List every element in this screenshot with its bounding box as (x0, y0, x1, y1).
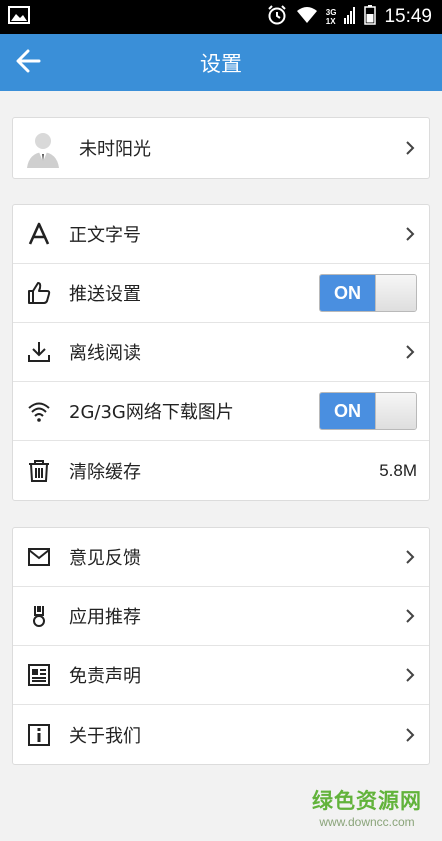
signal-bars-icon (344, 6, 356, 29)
disclaimer-label: 免责声明 (69, 666, 141, 687)
info-icon (25, 721, 53, 749)
toggle-knob (375, 275, 416, 311)
letter-a-icon (25, 220, 53, 248)
font-size-label: 正文字号 (69, 225, 141, 246)
clear-cache-row[interactable]: 清除缓存 5.8M (13, 441, 429, 500)
app-recommend-row[interactable]: 应用推荐 (13, 587, 429, 646)
app-bar: 设置 (0, 34, 442, 91)
watermark-brand: 绿色资源网 (312, 789, 422, 813)
thumbs-up-icon (25, 279, 53, 307)
offline-reading-row[interactable]: 离线阅读 (13, 323, 429, 382)
toggle-knob (375, 393, 416, 429)
push-settings-label: 推送设置 (69, 284, 141, 305)
trash-icon (25, 457, 53, 485)
network-images-toggle-state: ON (320, 393, 375, 429)
page-title: 设置 (200, 51, 242, 76)
avatar (25, 128, 61, 168)
clock: 15:49 (384, 6, 432, 27)
battery-icon (364, 4, 377, 30)
settings-group: 正文字号 推送设置 ON 离线阅读 2G/3G网络下载图片 ON 清除缓存 5.… (12, 204, 430, 501)
feedback-label: 意见反馈 (69, 548, 141, 569)
app-recommend-label: 应用推荐 (69, 607, 141, 628)
push-toggle[interactable]: ON (319, 274, 417, 312)
watermark: 绿色资源网 www.downcc.com (312, 785, 422, 829)
about-label: 关于我们 (69, 725, 141, 747)
font-size-row[interactable]: 正文字号 (13, 205, 429, 264)
network-3g-label: 3G (325, 8, 337, 17)
network-images-label: 2G/3G网络下载图片 (69, 402, 234, 423)
push-toggle-state: ON (320, 275, 375, 311)
download-icon (25, 338, 53, 366)
mail-icon (25, 543, 53, 571)
chevron-right-icon (403, 668, 417, 682)
chevron-right-icon (403, 727, 417, 742)
status-bar: 3G 1X 15:49 (0, 0, 442, 34)
watermark-url: www.downcc.com (319, 815, 415, 829)
push-settings-row: 推送设置 ON (13, 264, 429, 323)
back-button[interactable] (0, 34, 56, 91)
gallery-notification-icon (8, 6, 30, 28)
chevron-right-icon (403, 609, 417, 623)
profile-group: 未时阳光 (12, 117, 430, 179)
about-row[interactable]: 关于我们 (13, 705, 429, 764)
chevron-right-icon (403, 141, 417, 155)
alarm-icon (266, 4, 288, 31)
clear-cache-label: 清除缓存 (69, 461, 141, 483)
wifi-status-icon (296, 6, 318, 29)
more-group: 意见反馈 应用推荐 免责声明 关于我们 (12, 527, 430, 765)
offline-reading-label: 离线阅读 (69, 343, 141, 364)
cellular-signal-icon: 3G 1X (326, 8, 337, 26)
wifi-icon (25, 397, 53, 425)
profile-row[interactable]: 未时阳光 (13, 118, 429, 178)
arrow-left-icon (15, 49, 41, 77)
network-images-row: 2G/3G网络下载图片 ON (13, 382, 429, 441)
feedback-row[interactable]: 意见反馈 (13, 528, 429, 587)
network-images-toggle[interactable]: ON (319, 392, 417, 430)
cache-size-value: 5.8M (379, 460, 417, 480)
chevron-right-icon (403, 550, 417, 564)
disclaimer-row[interactable]: 免责声明 (13, 646, 429, 705)
medal-icon (25, 602, 53, 630)
profile-name: 未时阳光 (79, 139, 151, 160)
id-card-icon (25, 661, 53, 689)
network-1x-label: 1X (325, 17, 336, 26)
chevron-right-icon (403, 345, 417, 359)
chevron-right-icon (403, 227, 417, 241)
